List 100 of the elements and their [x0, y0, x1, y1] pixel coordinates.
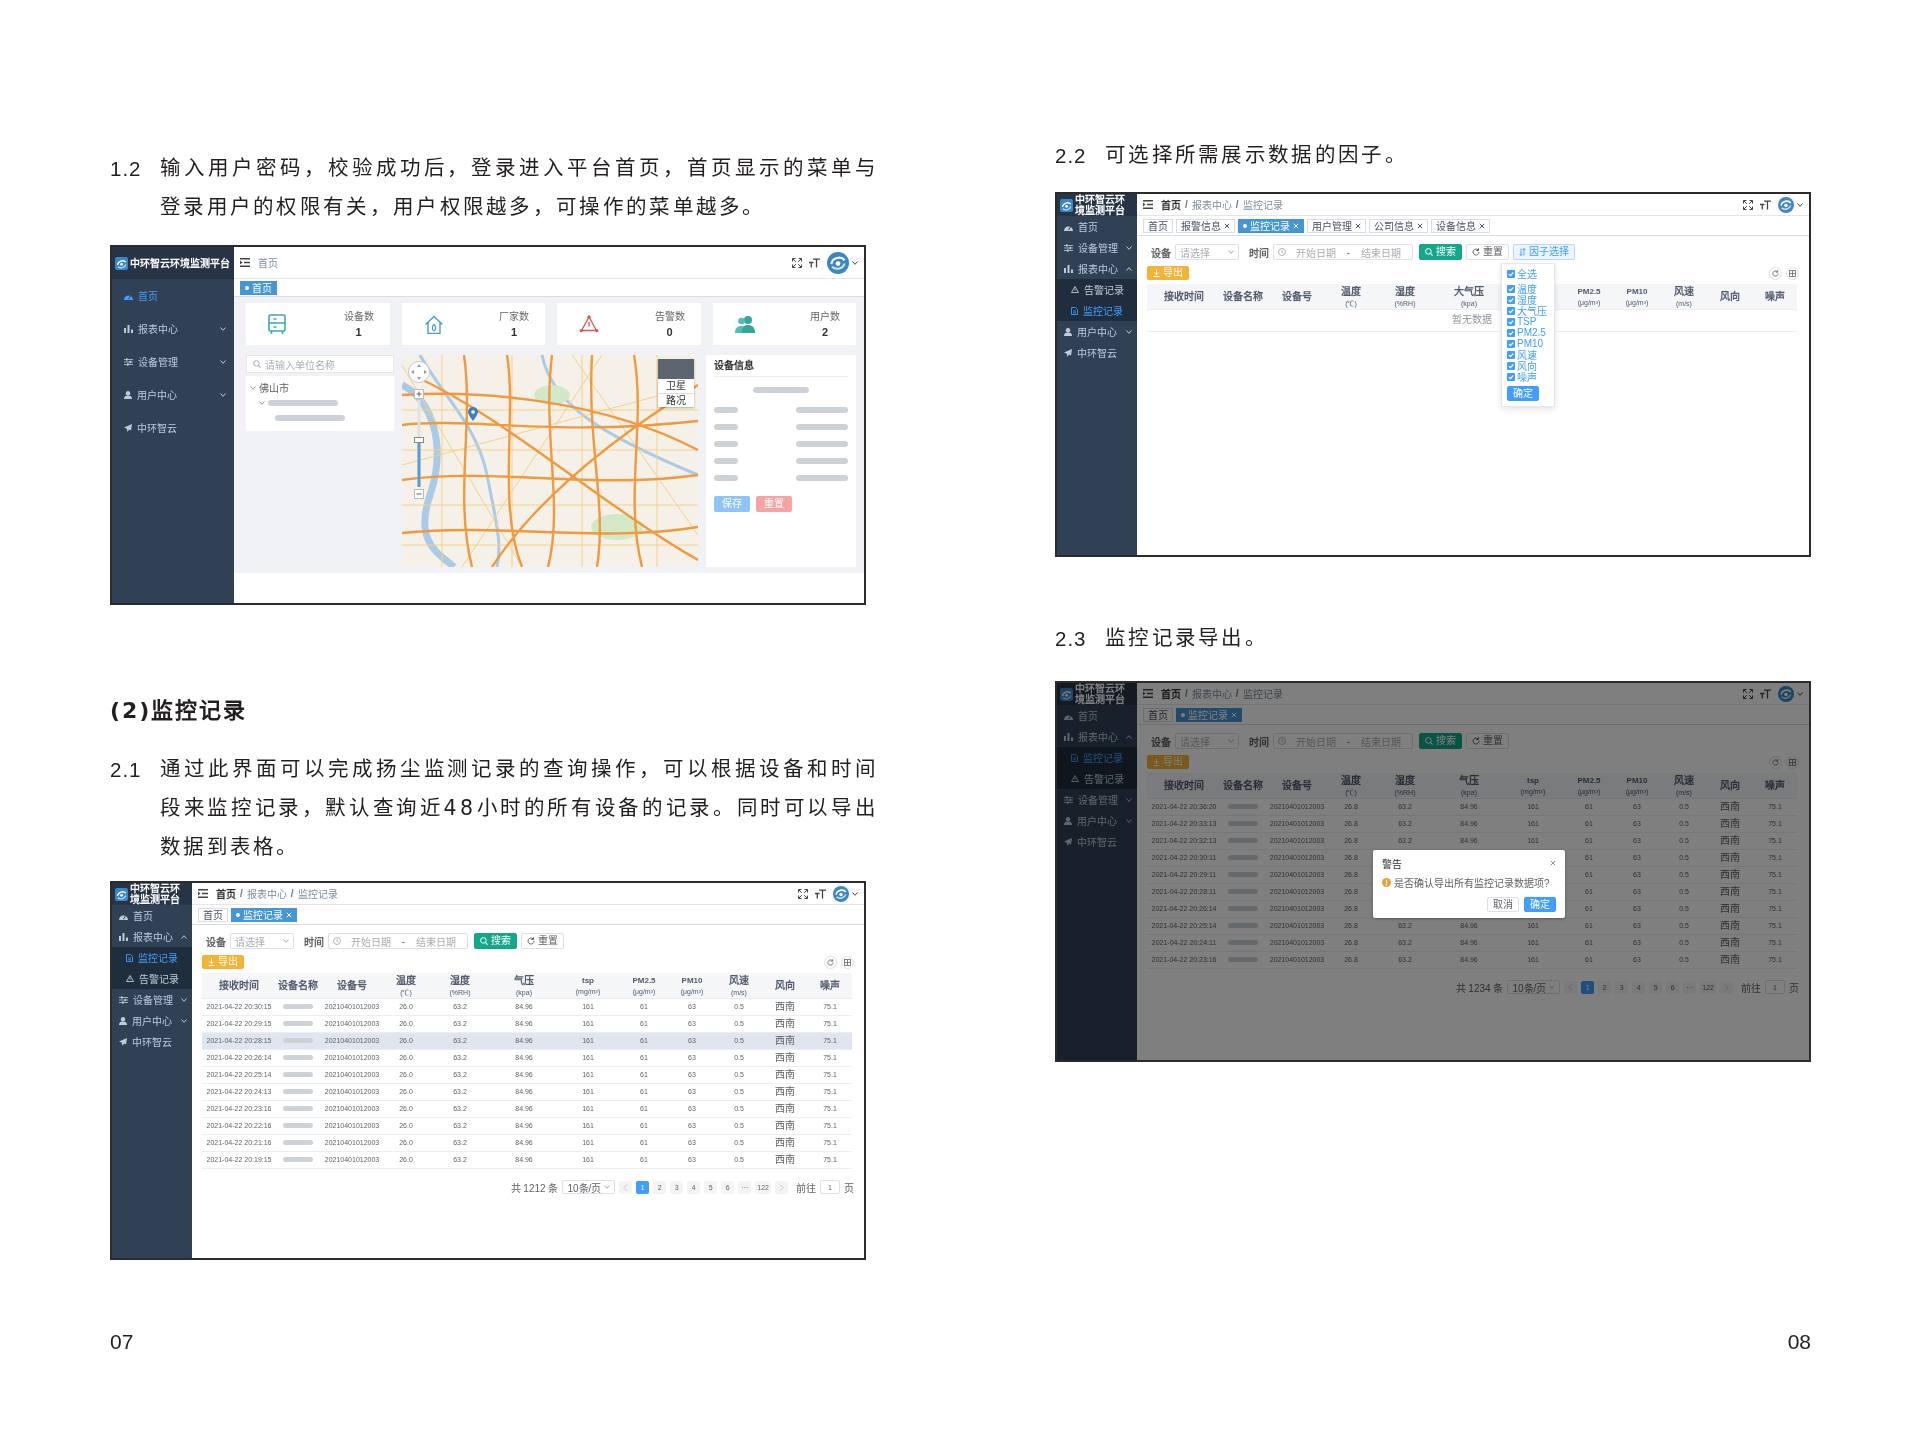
tab[interactable]: 首页 — [198, 907, 228, 922]
refresh-button[interactable] — [1769, 266, 1782, 280]
submenu-item[interactable]: 告警记录 — [1057, 279, 1137, 300]
reset-button[interactable]: 重置 — [1466, 733, 1509, 749]
device-select[interactable]: 请选择 — [1175, 244, 1239, 260]
menu-fold-icon[interactable] — [198, 889, 208, 898]
fullscreen-icon[interactable] — [798, 888, 808, 899]
menu-item[interactable]: 中环智云 — [1057, 342, 1137, 363]
refresh-button[interactable] — [1769, 755, 1782, 769]
cancel-button[interactable]: 取消 — [1487, 897, 1519, 912]
font-size-icon[interactable] — [815, 888, 826, 899]
reset-button[interactable]: 重置 — [1466, 244, 1509, 260]
factor-option[interactable]: 大气压 — [1507, 305, 1549, 316]
tab[interactable]: 公司信息 — [1369, 218, 1428, 233]
caret-down-icon[interactable] — [1797, 202, 1803, 207]
confirm-button[interactable]: 确定 — [1524, 897, 1556, 912]
factor-select-button[interactable]: 因子选择 — [1513, 244, 1575, 260]
checkbox[interactable] — [1507, 361, 1515, 370]
checkbox[interactable] — [1507, 306, 1515, 315]
tab[interactable]: 首页 — [1143, 707, 1173, 722]
factor-option[interactable]: 温度 — [1507, 283, 1549, 294]
factor-option[interactable]: PM10 — [1507, 338, 1549, 349]
page-size-select[interactable]: 10条/页 — [562, 1180, 616, 1194]
menu-item[interactable]: 用户中心 — [112, 1010, 192, 1031]
menu-item[interactable]: 用户中心 — [112, 378, 234, 411]
checkbox[interactable] — [1507, 339, 1515, 348]
tab[interactable]: 设备信息 — [1431, 218, 1490, 233]
close-icon[interactable] — [1479, 222, 1485, 229]
breadcrumb-item[interactable]: 首页 — [216, 886, 236, 901]
tab[interactable]: 报警信息 — [1176, 218, 1235, 233]
caret-down-icon[interactable] — [1797, 691, 1803, 696]
menu-item[interactable]: 中环智云 — [112, 1031, 192, 1052]
map-layer-button[interactable]: 卫星 — [658, 379, 694, 393]
submenu-item[interactable]: 监控记录 — [1057, 300, 1137, 321]
menu-fold-icon[interactable] — [240, 258, 250, 267]
map-pan-control[interactable] — [408, 361, 430, 383]
menu-item[interactable]: 报表中心 — [112, 926, 192, 947]
factor-option[interactable]: TSP — [1507, 316, 1549, 327]
map-layer-button[interactable]: 路况 — [658, 393, 694, 407]
factor-option[interactable]: 全选 — [1507, 268, 1549, 279]
menu-item[interactable]: 报表中心 — [112, 312, 234, 345]
checkbox[interactable] — [1507, 350, 1515, 359]
breadcrumb-item[interactable]: 监控记录 — [1242, 686, 1283, 701]
breadcrumb-item[interactable]: 监控记录 — [1242, 197, 1283, 212]
fullscreen-icon[interactable] — [1743, 199, 1753, 210]
tab[interactable]: 用户管理 — [1307, 218, 1366, 233]
factor-option[interactable]: 风速 — [1507, 349, 1549, 360]
menu-item[interactable]: 首页 — [112, 279, 234, 312]
submenu-item[interactable]: 告警记录 — [112, 968, 192, 989]
tab[interactable]: 监控记录 — [231, 907, 297, 922]
date-range-picker[interactable]: 开始日期 - 结束日期 — [328, 933, 468, 949]
menu-item[interactable]: 设备管理 — [1057, 789, 1137, 810]
font-size-icon[interactable] — [1760, 199, 1771, 210]
avatar-icon[interactable] — [1778, 196, 1794, 213]
menu-item[interactable]: 首页 — [1057, 216, 1137, 237]
caret-down-icon[interactable] — [852, 260, 858, 265]
submenu-item[interactable]: 监控记录 — [1057, 747, 1137, 768]
export-button[interactable]: 导出 — [202, 955, 244, 969]
breadcrumb-item[interactable]: 报表中心 — [1191, 197, 1232, 212]
menu-item[interactable]: 用户中心 — [1057, 321, 1137, 342]
font-size-icon[interactable] — [1760, 688, 1771, 699]
checkbox[interactable] — [1507, 328, 1515, 337]
tab[interactable]: 监控记录 — [1238, 218, 1304, 233]
map-zoom-control[interactable] — [414, 389, 424, 499]
columns-button[interactable] — [1786, 755, 1799, 769]
font-size-icon[interactable] — [809, 257, 820, 268]
caret-down-icon[interactable] — [852, 891, 858, 896]
device-select[interactable]: 请选择 — [230, 933, 294, 949]
factor-option[interactable]: 湿度 — [1507, 294, 1549, 305]
fullscreen-icon[interactable] — [792, 257, 802, 268]
checkbox[interactable] — [1507, 284, 1515, 293]
tab[interactable]: 首页 — [240, 280, 277, 295]
checkbox[interactable] — [1507, 372, 1515, 381]
close-icon[interactable] — [1417, 222, 1423, 229]
menu-item[interactable]: 中环智云 — [1057, 831, 1137, 852]
avatar-icon[interactable] — [1778, 685, 1794, 702]
search-button[interactable]: 搜索 — [1419, 733, 1462, 749]
submenu-item[interactable]: 告警记录 — [1057, 768, 1137, 789]
menu-item[interactable]: 设备管理 — [112, 989, 192, 1010]
menu-item[interactable]: 首页 — [1057, 705, 1137, 726]
avatar-icon[interactable] — [827, 251, 849, 274]
export-button[interactable]: 导出 — [1147, 266, 1189, 280]
columns-button[interactable] — [841, 955, 854, 969]
submenu-item[interactable]: 监控记录 — [112, 947, 192, 968]
search-field[interactable]: 请输入单位名称 — [246, 355, 394, 373]
tree-node[interactable]: 佛山市 — [250, 380, 390, 395]
checkbox[interactable] — [1507, 295, 1515, 304]
reset-button[interactable]: 重置 — [521, 933, 564, 949]
factor-option[interactable]: 噪声 — [1507, 371, 1549, 382]
close-icon[interactable] — [1355, 222, 1361, 229]
search-button[interactable]: 搜索 — [1419, 244, 1462, 260]
factor-option[interactable]: 风向 — [1507, 360, 1549, 371]
avatar-icon[interactable] — [833, 885, 849, 902]
menu-item[interactable]: 报表中心 — [1057, 258, 1137, 279]
page-size-select[interactable]: 10条/页 — [1507, 980, 1561, 994]
factor-option[interactable]: PM2.5 — [1507, 327, 1549, 338]
close-icon[interactable] — [1224, 222, 1230, 229]
checkbox[interactable] — [1507, 317, 1515, 326]
checkbox[interactable] — [1507, 269, 1515, 278]
menu-item[interactable]: 中环智云 — [112, 411, 234, 444]
